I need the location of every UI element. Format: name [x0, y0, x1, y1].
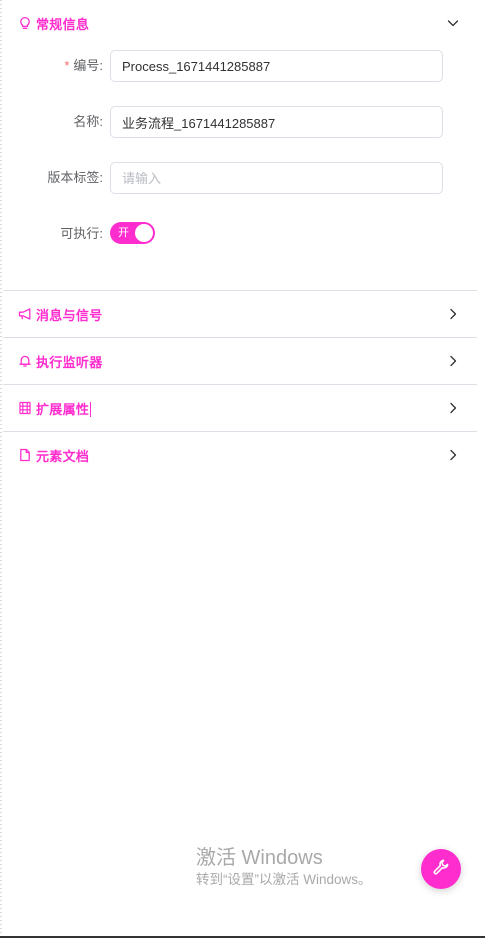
switch-knob	[135, 224, 153, 242]
properties-panel: 常规信息 *编号: 名称: 版本标签: 可执行: 开	[0, 0, 485, 938]
section-title-extension-properties: 扩展属性	[36, 399, 92, 418]
windows-activation-title: 激活 Windows	[196, 847, 323, 869]
grid-list-icon	[18, 401, 32, 415]
chevron-down-icon	[447, 17, 459, 29]
version-tag-input[interactable]	[110, 162, 443, 194]
id-label: * 编号:	[64, 50, 103, 82]
section-title-execution-listener: 执行监听器	[36, 354, 103, 370]
settings-fab-button[interactable]	[421, 849, 461, 889]
chevron-right-icon	[447, 308, 459, 320]
section-title-message-signal: 消息与信号	[36, 307, 103, 323]
chevron-right-icon	[447, 355, 459, 367]
section-header-element-documentation[interactable]: 元素文档	[3, 432, 477, 478]
bell-icon	[18, 354, 32, 368]
section-title-extension-properties-text: 扩展属性	[36, 401, 90, 417]
section-header-message-signal[interactable]: 消息与信号	[3, 291, 477, 337]
required-mark: *	[64, 58, 70, 73]
lightbulb-icon	[18, 16, 32, 30]
wrench-icon	[432, 858, 450, 881]
form-row-executable: 可执行: 开	[0, 218, 485, 250]
id-label-text: 编号:	[73, 58, 103, 73]
document-icon	[18, 448, 32, 462]
windows-activation-subtitle: 转到“设置”以激活 Windows。	[196, 872, 372, 887]
switch-on-text: 开	[118, 227, 129, 239]
name-input[interactable]	[110, 106, 443, 138]
version-tag-label: 版本标签:	[47, 170, 103, 185]
form-row-name: 名称:	[0, 106, 485, 138]
section-title-general: 常规信息	[36, 16, 90, 32]
executable-switch[interactable]: 开	[110, 222, 155, 244]
panel-left-border	[0, 0, 2, 938]
section-header-extension-properties[interactable]: 扩展属性	[3, 385, 477, 431]
text-cursor	[90, 401, 92, 417]
form-row-id: * 编号:	[0, 50, 485, 82]
section-header-general[interactable]: 常规信息	[3, 0, 477, 46]
name-label: 名称:	[73, 114, 103, 129]
executable-label: 可执行:	[60, 226, 103, 241]
chevron-right-icon	[447, 449, 459, 461]
section-header-execution-listener[interactable]: 执行监听器	[3, 338, 477, 384]
id-input[interactable]	[110, 50, 443, 82]
form-row-version-tag: 版本标签:	[0, 162, 485, 194]
section-title-element-documentation: 元素文档	[36, 448, 90, 464]
megaphone-icon	[18, 307, 32, 321]
chevron-right-icon	[447, 402, 459, 414]
